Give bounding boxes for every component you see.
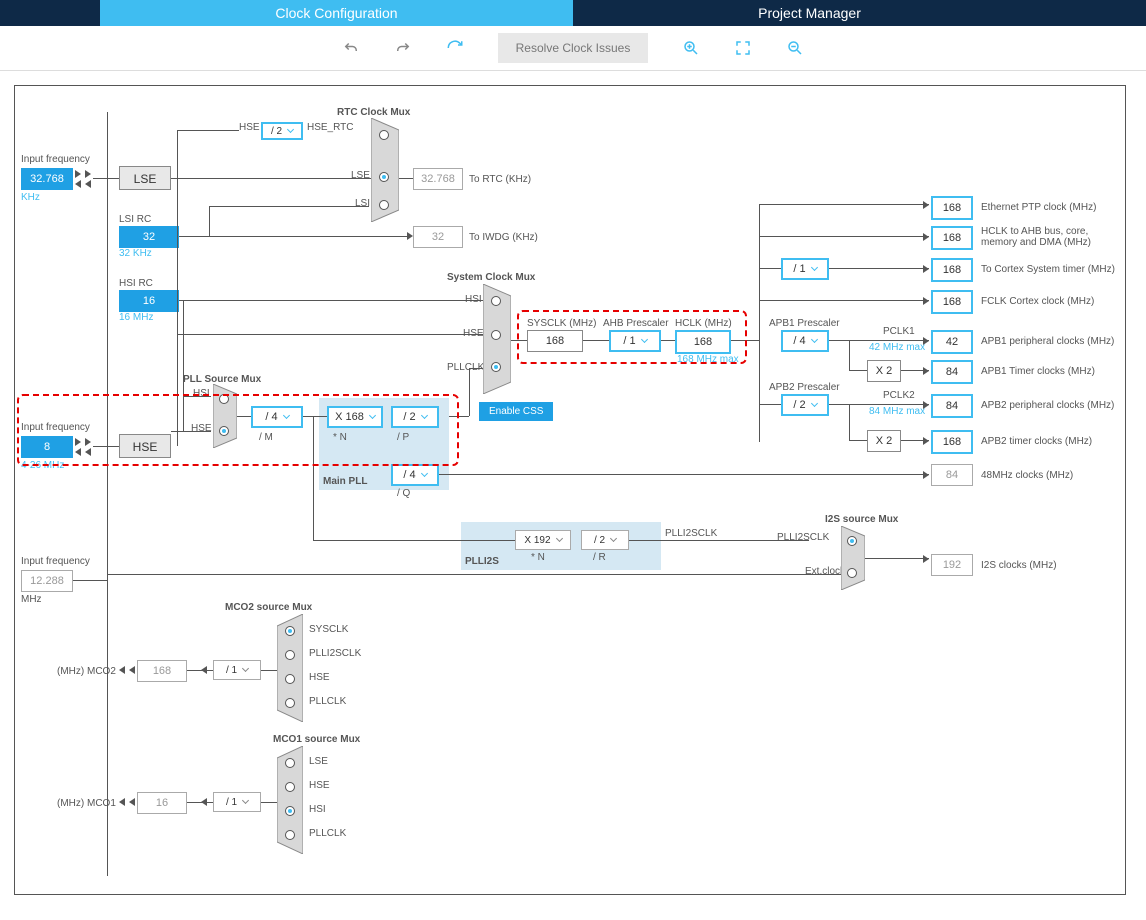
zoom-out-icon[interactable]	[786, 39, 804, 57]
iwdg-out-label: To IWDG (KHz)	[469, 232, 538, 243]
pll-m[interactable]: / 4	[251, 406, 303, 428]
i2s-input-label: Input frequency	[21, 556, 90, 567]
apb2-timer-mul: X 2	[867, 430, 901, 452]
pll-p[interactable]: / 2	[391, 406, 439, 428]
tab-clock-config[interactable]: Clock Configuration	[100, 0, 573, 26]
lsi-unit: 32 KHz	[119, 248, 152, 259]
mco2-div[interactable]: / 1	[213, 660, 261, 680]
pll-n[interactable]: X 168	[327, 406, 383, 428]
ahb-prescaler[interactable]: / 1	[609, 330, 661, 352]
i2s-out-val: 192	[931, 554, 973, 576]
rtc-mux-title: RTC Clock Mux	[337, 107, 410, 118]
tab-filler-right	[1046, 0, 1146, 26]
rtc-mux-lsi-radio[interactable]	[379, 200, 389, 210]
plli2s-r[interactable]: / 2	[581, 530, 629, 550]
hse-input-freq[interactable]: 8	[21, 436, 73, 458]
tab-bar: Clock Configuration Project Manager	[0, 0, 1146, 26]
hclk-val[interactable]: 168	[675, 330, 731, 354]
mco1-pllclk-radio[interactable]	[285, 830, 295, 840]
refresh-icon[interactable]	[446, 39, 464, 57]
mco2-out: 168	[137, 660, 187, 682]
mco1-title: MCO1 source Mux	[273, 734, 360, 745]
i2s-mux-pll-radio[interactable]	[847, 536, 857, 546]
mco1-hsi-radio[interactable]	[285, 806, 295, 816]
bus-line	[107, 112, 108, 876]
mco2-pllclk-radio[interactable]	[285, 698, 295, 708]
enable-css-button[interactable]: Enable CSS	[479, 402, 553, 421]
mco2-plli2s-radio[interactable]	[285, 650, 295, 660]
resolve-clock-issues-button[interactable]: Resolve Clock Issues	[498, 33, 649, 63]
i2s-input-freq[interactable]: 12.288	[21, 570, 73, 592]
main-pll-title: Main PLL	[323, 476, 367, 487]
apb1-timer-mul: X 2	[867, 360, 901, 382]
rtc-out-label: To RTC (KHz)	[469, 174, 531, 185]
pll-src-hsi-radio[interactable]	[219, 394, 229, 404]
lsi-val: 32	[119, 226, 179, 248]
mco2-out-label: (MHz) MCO2	[57, 666, 116, 677]
cortex-div[interactable]: / 1	[781, 258, 829, 280]
i2s-unit: MHz	[21, 594, 42, 605]
sysclk-mux-title: System Clock Mux	[447, 272, 535, 283]
hclk-bus-val: 168	[931, 226, 973, 250]
zoom-in-icon[interactable]	[682, 39, 700, 57]
apb1-timer-val: 84	[931, 360, 973, 384]
lsi-label: LSI RC	[119, 214, 151, 225]
mco2-hse-radio[interactable]	[285, 674, 295, 684]
toolbar: Resolve Clock Issues	[0, 26, 1146, 71]
fullscreen-icon[interactable]	[734, 39, 752, 57]
mco1-out: 16	[137, 792, 187, 814]
plli2s-title: PLLI2S	[465, 556, 499, 567]
fclk-val: 168	[931, 290, 973, 314]
sysclk-hsi-radio[interactable]	[491, 296, 501, 306]
hsi-label: HSI RC	[119, 278, 153, 289]
lse-input-freq-label: Input frequency	[21, 154, 90, 165]
hsi-val: 16	[119, 290, 179, 312]
apb2-timer-val: 168	[931, 430, 973, 454]
lse-unit: KHz	[21, 192, 40, 203]
mco1-hse-radio[interactable]	[285, 782, 295, 792]
hse-osc: HSE	[119, 434, 171, 458]
hse-input-freq-label: Input frequency	[21, 422, 90, 433]
hse-unit: 4-26 MHz	[21, 460, 64, 471]
lse-osc: LSE	[119, 166, 171, 190]
mco1-div[interactable]: / 1	[213, 792, 261, 812]
clk48-val: 84	[931, 464, 973, 486]
sysclk-val[interactable]: 168	[527, 330, 583, 352]
rtc-mux-hse-radio[interactable]	[379, 130, 389, 140]
plli2s-n[interactable]: X 192	[515, 530, 571, 550]
mco2-title: MCO2 source Mux	[225, 602, 312, 613]
sysclk-hse-radio[interactable]	[491, 330, 501, 340]
cortex-val: 168	[931, 258, 973, 282]
mco2-sysclk-radio[interactable]	[285, 626, 295, 636]
iwdg-out: 32	[413, 226, 463, 248]
undo-icon[interactable]	[342, 39, 360, 57]
redo-icon[interactable]	[394, 39, 412, 57]
tab-project-manager[interactable]: Project Manager	[573, 0, 1046, 26]
apb1-periph-val: 42	[931, 330, 973, 354]
apb2-prescaler[interactable]: / 2	[781, 394, 829, 416]
i2s-mux-ext-radio[interactable]	[847, 568, 857, 578]
i2s-mux-title: I2S source Mux	[825, 514, 898, 525]
apb2-periph-val: 84	[931, 394, 973, 418]
tab-filler-left	[0, 0, 100, 26]
hsi-unit: 16 MHz	[119, 312, 153, 323]
sysclk-pll-radio[interactable]	[491, 362, 501, 372]
hse-rtc-div[interactable]: / 2	[261, 122, 303, 140]
mco1-out-label: (MHz) MCO1	[57, 798, 116, 809]
pll-q[interactable]: / 4	[391, 464, 439, 486]
rtc-out: 32.768	[413, 168, 463, 190]
eth-val: 168	[931, 196, 973, 220]
rtc-mux-lse-radio[interactable]	[379, 172, 389, 182]
clock-diagram: Input frequency 32.768 KHz LSE LSI RC 32…	[14, 85, 1126, 895]
lse-input-freq[interactable]: 32.768	[21, 168, 73, 190]
pll-src-hse-radio[interactable]	[219, 426, 229, 436]
apb1-prescaler[interactable]: / 4	[781, 330, 829, 352]
mco1-lse-radio[interactable]	[285, 758, 295, 768]
